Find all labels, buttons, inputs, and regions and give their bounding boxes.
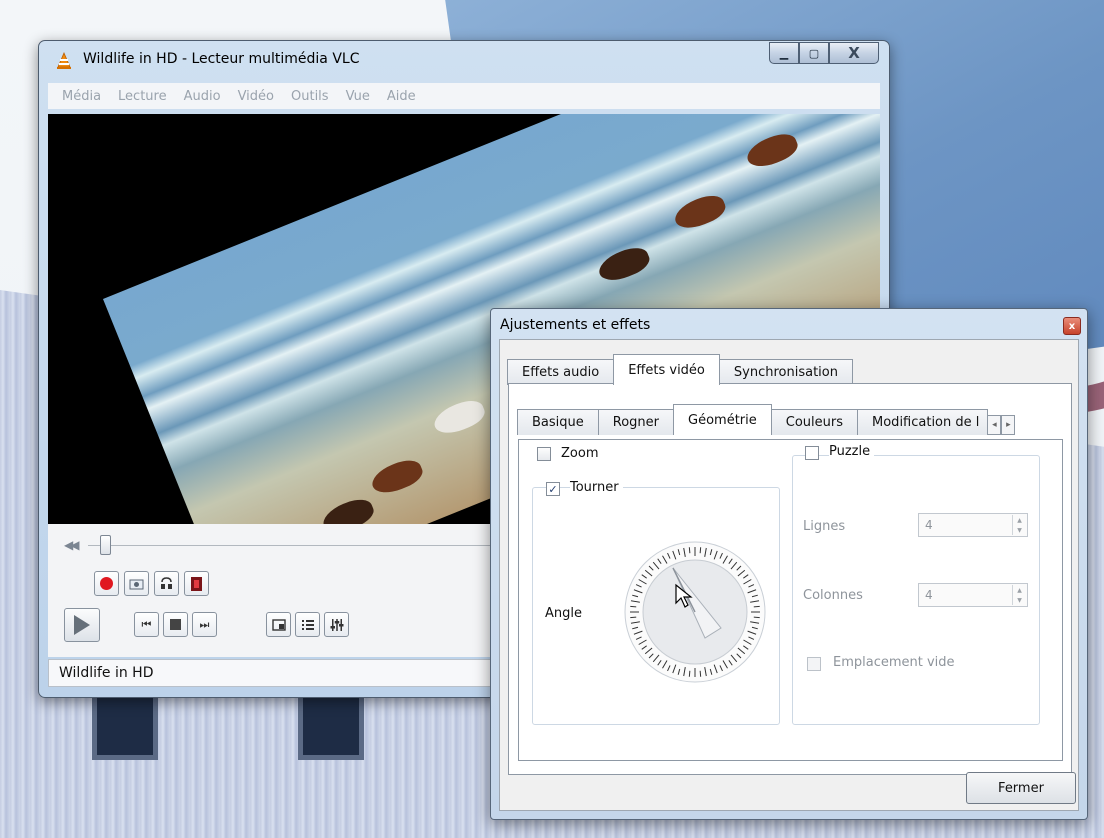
angle-label: Angle [545, 606, 582, 621]
rotation-angle-dial[interactable] [623, 540, 767, 684]
fullscreen-icon [271, 618, 286, 631]
rows-spinbox[interactable]: 4 ▲ ▼ [918, 513, 1028, 537]
horse [368, 455, 426, 499]
snapshot-button[interactable] [124, 571, 149, 596]
minimize-icon: ▁ [779, 46, 789, 60]
close-icon: X [848, 44, 860, 62]
play-icon [74, 615, 90, 635]
dial-tick [688, 547, 691, 554]
dial-tick [630, 605, 637, 608]
loop-ab-icon [161, 577, 172, 589]
rotate-checkbox[interactable]: ✓ [546, 482, 560, 496]
window-title: Wildlife in HD - Lecteur multimédia VLC [83, 51, 360, 67]
stop-icon [170, 619, 181, 630]
dial-tick [699, 670, 702, 677]
zoom-label: Zoom [561, 446, 599, 461]
window-controls: ▁ ▢ X [769, 42, 879, 64]
menu-outils[interactable]: Outils [291, 89, 329, 104]
dialog-title: Ajustements et effets [500, 317, 651, 333]
building-window [92, 690, 158, 760]
tab-scroll-left[interactable]: ◂ [987, 415, 1002, 435]
record-button[interactable] [94, 571, 119, 596]
title-bar[interactable]: Wildlife in HD - Lecteur multimédia VLC … [39, 41, 889, 81]
maximize-button[interactable]: ▢ [799, 42, 829, 64]
empty-slot-checkbox[interactable] [807, 657, 821, 671]
vlc-cone-icon [57, 52, 71, 69]
dial-tick [753, 616, 760, 619]
snapshot-icon [129, 579, 144, 589]
horse [670, 190, 729, 234]
horse [319, 494, 378, 524]
tab-crop[interactable]: Rogner [597, 409, 675, 435]
menu-lecture[interactable]: Lecture [118, 89, 167, 104]
zoom-checkbox[interactable] [537, 447, 551, 461]
rows-spin-arrows[interactable]: ▲ ▼ [1012, 515, 1026, 535]
menu-video[interactable]: Vidéo [238, 89, 274, 104]
close-icon: x [1068, 320, 1076, 332]
seek-slider-track[interactable] [88, 545, 508, 546]
columns-spinbox[interactable]: 4 ▲ ▼ [918, 583, 1028, 607]
dial-tick [699, 547, 702, 554]
play-button[interactable] [64, 608, 100, 642]
dialog-close-button[interactable]: x [1063, 317, 1081, 335]
tab-image-modification[interactable]: Modification de l [857, 409, 989, 435]
maximize-icon: ▢ [808, 46, 820, 60]
seek-slider-handle[interactable] [100, 535, 111, 555]
puzzle-label: Puzzle [829, 444, 875, 459]
fermer-button[interactable]: Fermer [966, 772, 1076, 804]
menu-bar: Média Lecture Audio Vidéo Outils Vue Aid… [48, 83, 880, 109]
rotate-label: Tourner [570, 480, 623, 495]
tab-audio-effects[interactable]: Effets audio [507, 359, 615, 385]
record-icon [100, 577, 113, 590]
columns-spin-arrows[interactable]: ▲ ▼ [1012, 585, 1026, 605]
tab-scroll-right[interactable]: ▸ [1001, 415, 1016, 435]
horse [594, 242, 653, 287]
columns-label: Colonnes [803, 588, 863, 603]
stop-button[interactable] [163, 612, 188, 637]
frame-by-frame-icon [191, 576, 202, 591]
menu-aide[interactable]: Aide [387, 89, 416, 104]
playlist-icon [301, 619, 314, 630]
sub-tab-bar: Basique Rogner Géométrie Couleurs Modifi… [517, 404, 1016, 435]
horse [743, 128, 802, 173]
tab-synchronisation[interactable]: Synchronisation [718, 359, 853, 385]
close-button[interactable]: X [829, 42, 879, 64]
rows-label: Lignes [803, 519, 846, 534]
menu-audio[interactable]: Audio [184, 89, 221, 104]
rows-value: 4 [925, 518, 933, 532]
dial-tick [630, 616, 637, 619]
puzzle-checkbox[interactable] [805, 446, 819, 460]
playlist-button[interactable] [295, 612, 320, 637]
fermer-label: Fermer [998, 780, 1044, 796]
dial-tick [688, 670, 691, 677]
tab-geometry[interactable]: Géométrie [673, 404, 772, 435]
menu-vue[interactable]: Vue [346, 89, 370, 104]
previous-icon: ⏮ [141, 617, 152, 631]
dial-tick [753, 605, 760, 608]
tab-basic[interactable]: Basique [517, 409, 599, 435]
minimize-button[interactable]: ▁ [769, 42, 799, 64]
loop-ab-button[interactable] [154, 571, 179, 596]
previous-button[interactable]: ⏮ [134, 612, 159, 637]
next-icon: ⏭ [199, 617, 210, 631]
frame-step-button[interactable] [184, 571, 209, 596]
horse [430, 395, 489, 439]
mouse-cursor-icon [675, 583, 693, 608]
tab-video-effects[interactable]: Effets vidéo [613, 354, 720, 385]
next-button[interactable]: ⏭ [192, 612, 217, 637]
menu-media[interactable]: Média [62, 89, 101, 104]
empty-slot-label: Emplacement vide [833, 655, 955, 670]
columns-value: 4 [925, 588, 933, 602]
main-tab-bar: Effets audio Effets vidéo Synchronisatio… [507, 354, 853, 385]
extended-settings-button[interactable] [324, 612, 349, 637]
seek-back-icon: ◀◀ [64, 538, 80, 552]
tab-colors[interactable]: Couleurs [770, 409, 859, 435]
building-window [298, 690, 364, 760]
fullscreen-button[interactable] [266, 612, 291, 637]
status-text: Wildlife in HD [59, 665, 154, 681]
extended-settings-icon [330, 618, 343, 631]
